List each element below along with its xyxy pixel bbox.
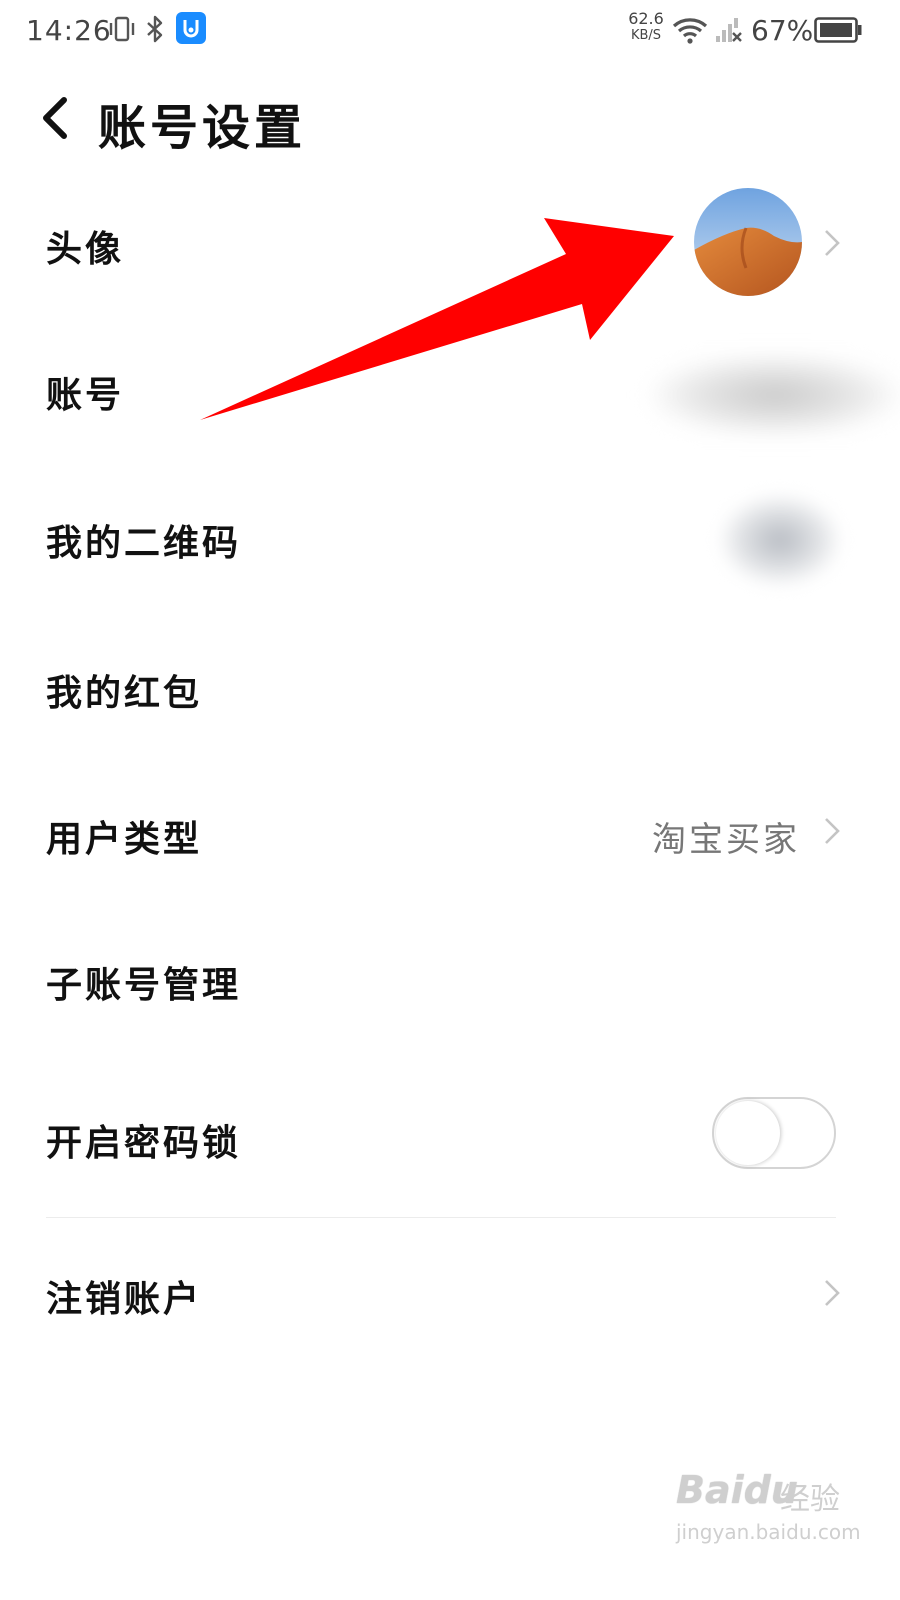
signal-off-icon	[716, 18, 742, 42]
row-label: 头像	[46, 229, 125, 270]
bluetooth-icon	[147, 15, 163, 43]
row-label: 账号	[46, 375, 125, 416]
blurred-account-value	[650, 355, 900, 435]
row-label: 开启密码锁	[46, 1123, 242, 1164]
chevron-right-icon	[825, 230, 840, 256]
row-label: 我的红包	[46, 673, 203, 714]
back-button[interactable]	[38, 96, 74, 140]
watermark: Baidu 经验 jingyan.baidu.com	[676, 1468, 886, 1558]
settings-row-cancel-account[interactable]: 注销账户	[0, 1220, 900, 1366]
blurred-qrcode-icon	[720, 495, 840, 585]
password-lock-toggle[interactable]	[712, 1097, 836, 1169]
watermark-url: jingyan.baidu.com	[676, 1520, 861, 1544]
chevron-right-icon	[825, 1280, 840, 1306]
wifi-icon	[672, 18, 708, 44]
divider	[46, 1217, 836, 1218]
row-label: 注销账户	[46, 1279, 203, 1320]
user-type-value: 淘宝买家	[652, 820, 800, 860]
status-bar: 14:26 62.6 KB/S 67%	[0, 0, 900, 62]
network-speed: 62.6 KB/S	[628, 9, 664, 43]
chevron-right-icon	[825, 818, 840, 844]
settings-row-red-packet[interactable]: 我的红包	[0, 608, 900, 754]
battery-icon	[814, 17, 862, 43]
row-label: 子账号管理	[46, 965, 242, 1006]
toggle-knob	[716, 1101, 780, 1165]
app-notification-icon	[176, 12, 206, 44]
settings-row-user-type[interactable]: 用户类型 淘宝买家	[0, 756, 900, 902]
page-title: 账号设置	[98, 100, 307, 156]
row-label: 用户类型	[46, 819, 203, 860]
status-time: 14:26	[26, 14, 112, 47]
settings-row-sub-account[interactable]: 子账号管理	[0, 902, 900, 1048]
vibrate-icon	[109, 16, 135, 42]
page-header: 账号设置	[0, 70, 900, 170]
avatar[interactable]	[694, 188, 802, 296]
battery-percent: 67%	[751, 14, 814, 47]
row-label: 我的二维码	[46, 523, 242, 564]
watermark-text: 经验	[780, 1482, 840, 1517]
